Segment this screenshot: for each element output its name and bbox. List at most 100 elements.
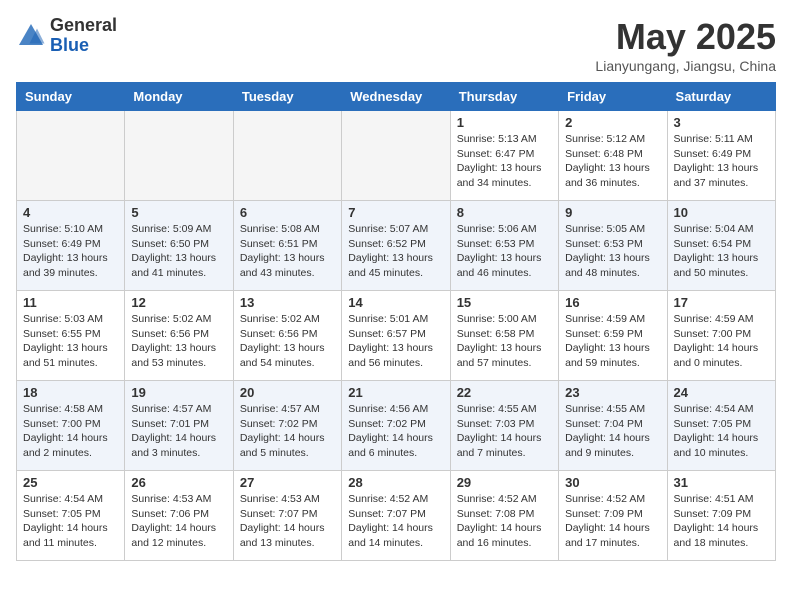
day-number: 26 <box>131 475 226 490</box>
calendar-week-row: 4 Sunrise: 5:10 AM Sunset: 6:49 PM Daylig… <box>17 201 776 291</box>
calendar-day-cell: 19Sunrise: 4:57 AM Sunset: 7:01 PM Dayli… <box>125 381 233 471</box>
day-number: 14 <box>348 295 443 310</box>
calendar-week-row: 1 Sunrise: 5:13 AM Sunset: 6:47 PM Daylig… <box>17 111 776 201</box>
calendar-week-row: 18 Sunrise: 4:58 AM Sunset: 7:00 PM Dayli… <box>17 381 776 471</box>
weekday-header: Tuesday <box>233 83 341 111</box>
day-number: 30 <box>565 475 660 490</box>
calendar-day-cell <box>233 111 341 201</box>
calendar-day-cell: 10Sunrise: 5:04 AM Sunset: 6:54 PM Dayli… <box>667 201 775 291</box>
weekday-header: Saturday <box>667 83 775 111</box>
calendar-day-cell: 21Sunrise: 4:56 AM Sunset: 7:02 PM Dayli… <box>342 381 450 471</box>
day-number: 7 <box>348 205 443 220</box>
day-info: Sunrise: 4:53 AM Sunset: 7:06 PM Dayligh… <box>131 492 226 551</box>
page: General Blue May 2025 Lianyungang, Jiang… <box>0 0 792 577</box>
day-info: Sunrise: 4:51 AM Sunset: 7:09 PM Dayligh… <box>674 492 769 551</box>
day-number: 11 <box>23 295 118 310</box>
day-info: Sunrise: 5:05 AM Sunset: 6:53 PM Dayligh… <box>565 222 660 281</box>
day-number: 24 <box>674 385 769 400</box>
day-info: Sunrise: 4:52 AM Sunset: 7:07 PM Dayligh… <box>348 492 443 551</box>
calendar: SundayMondayTuesdayWednesdayThursdayFrid… <box>16 82 776 561</box>
day-number: 27 <box>240 475 335 490</box>
title-block: May 2025 Lianyungang, Jiangsu, China <box>595 16 776 74</box>
day-number: 23 <box>565 385 660 400</box>
calendar-day-cell: 27 Sunrise: 4:53 AM Sunset: 7:07 PM Dayli… <box>233 471 341 561</box>
day-info: Sunrise: 4:56 AM Sunset: 7:02 PM Dayligh… <box>348 402 443 461</box>
day-info: Sunrise: 4:59 AM Sunset: 6:59 PM Dayligh… <box>565 312 660 371</box>
weekday-header-row: SundayMondayTuesdayWednesdayThursdayFrid… <box>17 83 776 111</box>
day-info: Sunrise: 4:53 AM Sunset: 7:07 PM Dayligh… <box>240 492 335 551</box>
calendar-week-row: 11 Sunrise: 5:03 AM Sunset: 6:55 PM Dayli… <box>17 291 776 381</box>
day-number: 6 <box>240 205 335 220</box>
day-number: 31 <box>674 475 769 490</box>
day-number: 10 <box>674 205 769 220</box>
day-info: Sunrise: 5:03 AM Sunset: 6:55 PM Dayligh… <box>23 312 118 371</box>
month-title: May 2025 <box>595 16 776 58</box>
day-info: Sunrise: 5:10 AM Sunset: 6:49 PM Dayligh… <box>23 222 118 281</box>
day-number: 18 <box>23 385 118 400</box>
calendar-day-cell: 23 Sunrise: 4:55 AM Sunset: 7:04 PM Dayli… <box>559 381 667 471</box>
calendar-day-cell: 11 Sunrise: 5:03 AM Sunset: 6:55 PM Dayli… <box>17 291 125 381</box>
weekday-header: Wednesday <box>342 83 450 111</box>
day-info: Sunrise: 4:58 AM Sunset: 7:00 PM Dayligh… <box>23 402 118 461</box>
header: General Blue May 2025 Lianyungang, Jiang… <box>16 16 776 74</box>
calendar-day-cell: 25Sunrise: 4:54 AM Sunset: 7:05 PM Dayli… <box>17 471 125 561</box>
day-info: Sunrise: 4:54 AM Sunset: 7:05 PM Dayligh… <box>674 402 769 461</box>
day-number: 3 <box>674 115 769 130</box>
calendar-day-cell: 6 Sunrise: 5:08 AM Sunset: 6:51 PM Daylig… <box>233 201 341 291</box>
location: Lianyungang, Jiangsu, China <box>595 58 776 74</box>
calendar-day-cell: 5 Sunrise: 5:09 AM Sunset: 6:50 PM Daylig… <box>125 201 233 291</box>
calendar-day-cell: 15 Sunrise: 5:00 AM Sunset: 6:58 PM Dayli… <box>450 291 558 381</box>
weekday-header: Friday <box>559 83 667 111</box>
logo-text: General Blue <box>50 16 117 56</box>
day-info: Sunrise: 4:55 AM Sunset: 7:04 PM Dayligh… <box>565 402 660 461</box>
day-number: 9 <box>565 205 660 220</box>
day-info: Sunrise: 5:02 AM Sunset: 6:56 PM Dayligh… <box>131 312 226 371</box>
calendar-day-cell: 3Sunrise: 5:11 AM Sunset: 6:49 PM Daylig… <box>667 111 775 201</box>
day-number: 1 <box>457 115 552 130</box>
day-info: Sunrise: 5:09 AM Sunset: 6:50 PM Dayligh… <box>131 222 226 281</box>
weekday-header: Monday <box>125 83 233 111</box>
day-number: 28 <box>348 475 443 490</box>
day-number: 29 <box>457 475 552 490</box>
day-info: Sunrise: 5:00 AM Sunset: 6:58 PM Dayligh… <box>457 312 552 371</box>
day-info: Sunrise: 5:01 AM Sunset: 6:57 PM Dayligh… <box>348 312 443 371</box>
logo-general: General <box>50 16 117 36</box>
calendar-day-cell: 18 Sunrise: 4:58 AM Sunset: 7:00 PM Dayli… <box>17 381 125 471</box>
logo: General Blue <box>16 16 117 56</box>
calendar-day-cell: 30 Sunrise: 4:52 AM Sunset: 7:09 PM Dayli… <box>559 471 667 561</box>
day-info: Sunrise: 4:59 AM Sunset: 7:00 PM Dayligh… <box>674 312 769 371</box>
day-info: Sunrise: 5:13 AM Sunset: 6:47 PM Dayligh… <box>457 132 552 191</box>
day-number: 16 <box>565 295 660 310</box>
day-info: Sunrise: 4:52 AM Sunset: 7:09 PM Dayligh… <box>565 492 660 551</box>
day-number: 5 <box>131 205 226 220</box>
day-number: 13 <box>240 295 335 310</box>
calendar-week-row: 25Sunrise: 4:54 AM Sunset: 7:05 PM Dayli… <box>17 471 776 561</box>
calendar-day-cell: 31 Sunrise: 4:51 AM Sunset: 7:09 PM Dayli… <box>667 471 775 561</box>
day-number: 4 <box>23 205 118 220</box>
logo-blue: Blue <box>50 36 117 56</box>
day-info: Sunrise: 4:52 AM Sunset: 7:08 PM Dayligh… <box>457 492 552 551</box>
day-info: Sunrise: 4:54 AM Sunset: 7:05 PM Dayligh… <box>23 492 118 551</box>
day-number: 8 <box>457 205 552 220</box>
calendar-day-cell: 26 Sunrise: 4:53 AM Sunset: 7:06 PM Dayli… <box>125 471 233 561</box>
calendar-day-cell <box>342 111 450 201</box>
weekday-header: Sunday <box>17 83 125 111</box>
day-info: Sunrise: 5:08 AM Sunset: 6:51 PM Dayligh… <box>240 222 335 281</box>
calendar-day-cell: 13Sunrise: 5:02 AM Sunset: 6:56 PM Dayli… <box>233 291 341 381</box>
calendar-day-cell: 12Sunrise: 5:02 AM Sunset: 6:56 PM Dayli… <box>125 291 233 381</box>
calendar-day-cell <box>17 111 125 201</box>
day-info: Sunrise: 5:07 AM Sunset: 6:52 PM Dayligh… <box>348 222 443 281</box>
weekday-header: Thursday <box>450 83 558 111</box>
calendar-day-cell: 9 Sunrise: 5:05 AM Sunset: 6:53 PM Daylig… <box>559 201 667 291</box>
calendar-day-cell: 20Sunrise: 4:57 AM Sunset: 7:02 PM Dayli… <box>233 381 341 471</box>
day-number: 2 <box>565 115 660 130</box>
calendar-day-cell: 4 Sunrise: 5:10 AM Sunset: 6:49 PM Daylig… <box>17 201 125 291</box>
calendar-day-cell: 16 Sunrise: 4:59 AM Sunset: 6:59 PM Dayli… <box>559 291 667 381</box>
calendar-day-cell: 7 Sunrise: 5:07 AM Sunset: 6:52 PM Daylig… <box>342 201 450 291</box>
calendar-day-cell: 22Sunrise: 4:55 AM Sunset: 7:03 PM Dayli… <box>450 381 558 471</box>
calendar-day-cell: 2 Sunrise: 5:12 AM Sunset: 6:48 PM Daylig… <box>559 111 667 201</box>
day-number: 19 <box>131 385 226 400</box>
calendar-day-cell: 14 Sunrise: 5:01 AM Sunset: 6:57 PM Dayli… <box>342 291 450 381</box>
day-number: 15 <box>457 295 552 310</box>
day-info: Sunrise: 5:12 AM Sunset: 6:48 PM Dayligh… <box>565 132 660 191</box>
